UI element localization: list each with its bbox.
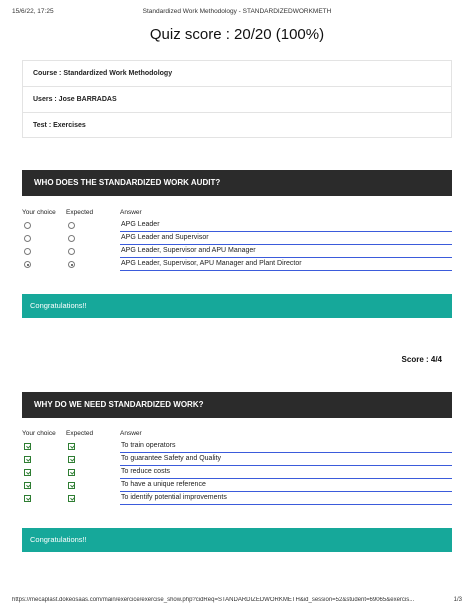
q2-a4-answer-text: To have a unique reference [120, 479, 452, 492]
q1-col-expected: Expected [66, 209, 94, 216]
q2-a3-choice-checkbox-icon[interactable] [24, 469, 31, 476]
q2-answer-row-1: To train operators [22, 440, 452, 453]
q2-a5-choice-checkbox-icon[interactable] [24, 495, 31, 502]
course-row: Course : Standardized Work Methodology [23, 61, 451, 87]
q2-a1-expected-checkbox-icon [68, 443, 75, 450]
print-header: 15/6/22, 17:25 Standardized Work Methodo… [12, 8, 462, 18]
print-url: https://mecaplast.dokeosaas.com/main/exe… [12, 597, 415, 603]
test-row: Test : Exercises [33, 122, 86, 129]
q2-col-your-choice: Your choice [22, 430, 56, 437]
q2-a1-choice-checkbox-icon[interactable] [24, 443, 31, 450]
q1-a4-expected-radio-selected-icon [68, 261, 75, 268]
print-footer: https://mecaplast.dokeosaas.com/main/exe… [12, 597, 462, 607]
q2-answer-row-3: To reduce costs [22, 466, 452, 479]
q2-col-expected: Expected [66, 430, 94, 437]
question-2-header: WHY DO WE NEED STANDARDIZED WORK? [22, 392, 452, 418]
question-1-header: WHO DOES THE STANDARDIZED WORK AUDIT? [22, 170, 452, 196]
q2-a5-answer-text: To identify potential improvements [120, 492, 452, 505]
q1-score: Score : 4/4 [401, 355, 442, 364]
q2-a1-answer-text: To train operators [120, 440, 452, 453]
q2-a2-answer-text: To guarantee Safety and Quality [120, 453, 452, 466]
quiz-info-box: Course : Standardized Work Methodology U… [22, 60, 452, 138]
q1-answer-row-2: APG Leader and Supervisor [22, 232, 452, 245]
q2-a5-expected-checkbox-icon [68, 495, 75, 502]
q2-answer-row-5: To identify potential improvements [22, 492, 452, 505]
users-row: Users : Jose BARRADAS [23, 87, 451, 113]
q1-a1-choice-radio-icon[interactable] [24, 222, 31, 229]
q1-col-answer: Answer [120, 209, 142, 216]
q2-feedback-banner: Congratulations!! [22, 528, 452, 552]
q1-answer-row-1: APG Leader [22, 219, 452, 232]
q1-feedback-banner: Congratulations!! [22, 294, 452, 318]
q1-a1-answer-text: APG Leader [120, 219, 452, 232]
print-document-title: Standardized Work Methodology - STANDARD… [142, 8, 332, 15]
q2-a4-choice-checkbox-icon[interactable] [24, 482, 31, 489]
q1-answer-row-4: APG Leader, Supervisor, APU Manager and … [22, 258, 452, 271]
q2-a2-expected-checkbox-icon [68, 456, 75, 463]
q2-a2-choice-checkbox-icon[interactable] [24, 456, 31, 463]
q1-a4-answer-text: APG Leader, Supervisor, APU Manager and … [120, 258, 452, 271]
q2-answer-row-2: To guarantee Safety and Quality [22, 453, 452, 466]
q1-a2-answer-text: APG Leader and Supervisor [120, 232, 452, 245]
q2-col-answer: Answer [120, 430, 142, 437]
q1-a1-expected-radio-icon [68, 222, 75, 229]
print-page-number: 1/3 [453, 597, 462, 603]
quiz-score-title: Quiz score : 20/20 (100%) [149, 26, 325, 43]
q1-a3-choice-radio-icon[interactable] [24, 248, 31, 255]
q1-answer-row-3: APG Leader, Supervisor and APU Manager [22, 245, 452, 258]
q2-answer-row-4: To have a unique reference [22, 479, 452, 492]
q1-a3-expected-radio-icon [68, 248, 75, 255]
q2-a4-expected-checkbox-icon [68, 482, 75, 489]
q1-a4-choice-radio-selected-icon[interactable] [24, 261, 31, 268]
q2-a3-answer-text: To reduce costs [120, 466, 452, 479]
q1-a3-answer-text: APG Leader, Supervisor and APU Manager [120, 245, 452, 258]
q1-col-your-choice: Your choice [22, 209, 56, 216]
q1-a2-choice-radio-icon[interactable] [24, 235, 31, 242]
q2-a3-expected-checkbox-icon [68, 469, 75, 476]
q1-a2-expected-radio-icon [68, 235, 75, 242]
